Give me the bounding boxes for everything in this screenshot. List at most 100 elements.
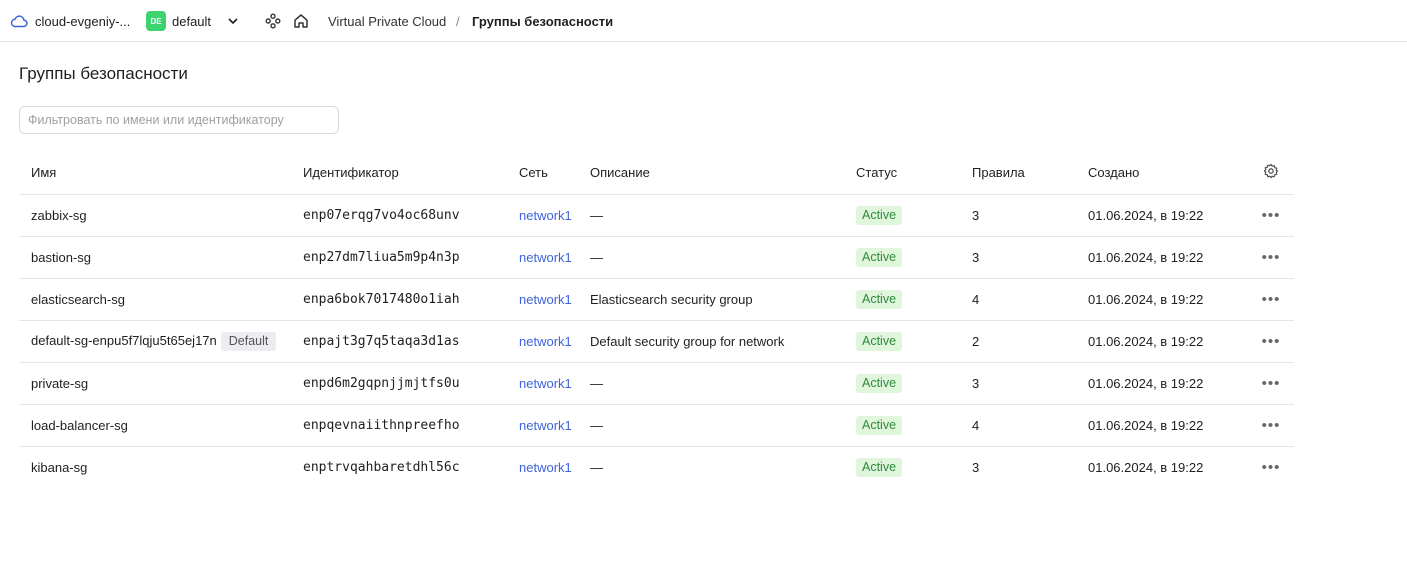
cell-description: Elasticsearch security group (578, 278, 844, 321)
cell-rules: 4 (960, 404, 1076, 447)
column-header-rules[interactable]: Правила (960, 152, 1076, 195)
table-row[interactable]: kibana-sg enptrvqahbaretdhl56c network1 … (19, 446, 1294, 488)
cell-description: Default security group for network (578, 320, 844, 363)
cell-id: enpa6bok7017480o1iah (291, 278, 507, 321)
status-badge: Active (856, 289, 903, 309)
table-row[interactable]: elasticsearch-sg enpa6bok7017480o1iah ne… (19, 278, 1294, 321)
cell-description: — (578, 194, 844, 237)
column-header-created[interactable]: Создано (1076, 152, 1248, 195)
top-bar: cloud-evgeniy-... DE default Virtual Pri… (0, 0, 1407, 42)
cell-created: 01.06.2024, в 19:22 (1076, 404, 1248, 447)
network-link[interactable]: network1 (519, 418, 572, 433)
group-name[interactable]: kibana-sg (31, 460, 87, 475)
cell-actions: ••• (1248, 404, 1294, 447)
ellipsis-icon[interactable]: ••• (1262, 291, 1281, 308)
ellipsis-icon[interactable]: ••• (1262, 249, 1281, 266)
ellipsis-icon[interactable]: ••• (1262, 417, 1281, 434)
network-link[interactable]: network1 (519, 208, 572, 223)
page-title: Группы безопасности (19, 64, 188, 83)
cell-rules: 3 (960, 362, 1076, 405)
cell-actions: ••• (1248, 236, 1294, 279)
security-groups-table: Имя Идентификатор Сеть Описание Статус П… (19, 152, 1294, 488)
table-row[interactable]: bastion-sg enp27dm7liua5m9p4n3p network1… (19, 236, 1294, 279)
network-link[interactable]: network1 (519, 292, 572, 307)
cell-status: Active (844, 320, 960, 363)
group-name[interactable]: elasticsearch-sg (31, 292, 125, 307)
cell-id: enpqevnaiithnpreefho (291, 404, 507, 447)
folder-selector[interactable]: default (172, 0, 211, 42)
cell-name[interactable]: elasticsearch-sg (19, 278, 291, 321)
cell-actions: ••• (1248, 362, 1294, 405)
cell-name[interactable]: default-sg-enpu5f7lqju5t65ej17n Default (19, 320, 291, 363)
cell-name[interactable]: kibana-sg (19, 446, 291, 488)
cell-actions: ••• (1248, 278, 1294, 321)
cell-network: network1 (507, 362, 578, 405)
cell-created: 01.06.2024, в 19:22 (1088, 459, 1204, 475)
network-link[interactable]: network1 (519, 376, 572, 391)
chevron-down-icon[interactable] (226, 0, 240, 42)
cloud-selector[interactable]: cloud-evgeniy-... (35, 0, 130, 42)
cell-rules: 4 (960, 278, 1076, 321)
status-badge: Active (856, 331, 903, 351)
breadcrumb-separator: / (456, 13, 460, 29)
group-name[interactable]: load-balancer-sg (31, 418, 128, 433)
group-name[interactable]: bastion-sg (31, 250, 91, 265)
cell-rules: 3 (972, 459, 980, 475)
group-name[interactable]: private-sg (31, 376, 88, 391)
cell-status: Active (844, 278, 960, 321)
cell-network: network1 (507, 194, 578, 237)
table-row[interactable]: load-balancer-sg enpqevnaiithnpreefho ne… (19, 404, 1294, 447)
cell-status: Active (844, 446, 960, 488)
filter-input[interactable] (19, 106, 339, 134)
ellipsis-icon[interactable]: ••• (1262, 375, 1281, 392)
column-header-id[interactable]: Идентификатор (291, 152, 507, 195)
cell-name[interactable]: bastion-sg (19, 236, 291, 279)
cell-created: 01.06.2024, в 19:22 (1076, 278, 1248, 321)
cell-name[interactable]: zabbix-sg (19, 194, 291, 237)
cell-id: enpajt3g7q5taqa3d1as (291, 320, 507, 363)
group-name[interactable]: zabbix-sg (31, 208, 87, 223)
status-badge: Active (856, 205, 903, 225)
home-icon[interactable] (292, 0, 310, 42)
table-row[interactable]: private-sg enpd6m2gqpnjjmjtfs0u network1… (19, 362, 1294, 405)
column-header-name[interactable]: Имя (19, 152, 291, 195)
cell-actions: ••• (1248, 194, 1294, 237)
cell-description: — (578, 236, 844, 279)
status-badge: Active (856, 457, 903, 477)
column-header-description[interactable]: Описание (578, 152, 844, 195)
cell-network: network1 (507, 236, 578, 279)
network-link[interactable]: network1 (519, 334, 572, 349)
ellipsis-icon[interactable]: ••• (1262, 207, 1281, 224)
cell-network: network1 (507, 278, 578, 321)
status-badge: Active (856, 247, 903, 267)
cell-name[interactable]: load-balancer-sg (19, 404, 291, 447)
ellipsis-icon[interactable]: ••• (1262, 459, 1281, 476)
table-row[interactable]: default-sg-enpu5f7lqju5t65ej17n Default e… (19, 320, 1294, 363)
breadcrumb-current: Группы безопасности (472, 13, 614, 29)
gear-icon[interactable] (1263, 164, 1279, 182)
cell-created: 01.06.2024, в 19:22 (1076, 194, 1248, 237)
cell-rules: 3 (960, 236, 1076, 279)
table-settings[interactable] (1248, 152, 1294, 195)
group-name[interactable]: default-sg-enpu5f7lqju5t65ej17n (31, 333, 217, 348)
cell-description: — (578, 362, 844, 405)
cell-actions: ••• (1248, 446, 1294, 488)
breadcrumb-service[interactable]: Virtual Private Cloud (328, 0, 446, 42)
cloud-icon[interactable] (10, 0, 28, 42)
cell-name[interactable]: private-sg (19, 362, 291, 405)
column-header-network[interactable]: Сеть (507, 152, 578, 195)
cell-status: Active (844, 362, 960, 405)
ellipsis-icon[interactable]: ••• (1262, 333, 1281, 350)
column-header-status[interactable]: Статус (844, 152, 960, 195)
network-link[interactable]: network1 (519, 460, 572, 475)
table-row[interactable]: zabbix-sg enp07erqg7vo4oc68unv network1 … (19, 194, 1294, 237)
network-link[interactable]: network1 (519, 250, 572, 265)
cell-actions: ••• (1248, 320, 1294, 363)
cell-created: 01.06.2024, в 19:22 (1076, 236, 1248, 279)
cell-id: enp07erqg7vo4oc68unv (291, 194, 507, 237)
cell-created: 01.06.2024, в 19:22 (1076, 320, 1248, 363)
cell-id: enpd6m2gqpnjjmjtfs0u (291, 362, 507, 405)
cell-status: Active (844, 194, 960, 237)
folder-avatar: DE (146, 11, 166, 31)
services-icon[interactable] (265, 0, 281, 42)
